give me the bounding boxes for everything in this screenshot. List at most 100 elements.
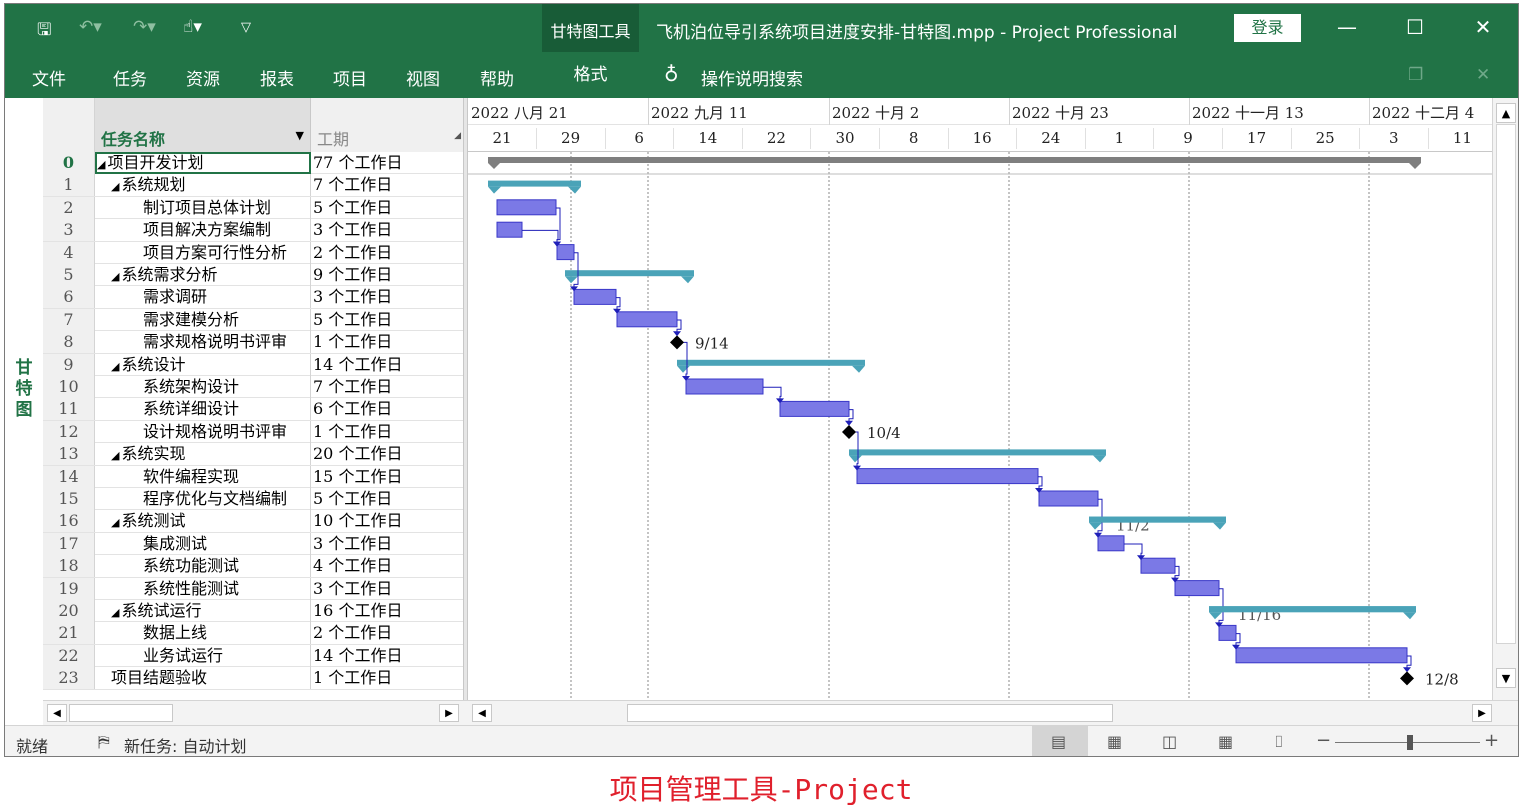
task-name-cell[interactable]: ◢ 系统需求分析 <box>95 264 311 286</box>
row-id[interactable]: 23 <box>43 667 95 690</box>
collapse-icon[interactable]: ◢ <box>97 158 105 171</box>
task-name-cell[interactable]: ◢ 项目开发计划 <box>95 152 311 174</box>
task-row[interactable]: 18 系统功能测试 4 个工作日 <box>43 555 463 578</box>
row-id[interactable]: 7 <box>43 308 95 331</box>
column-header-name[interactable]: 任务名称 ▼ <box>95 98 311 152</box>
task-name-cell[interactable]: 系统功能测试 <box>95 555 311 578</box>
summary-bar-start[interactable] <box>488 186 501 194</box>
chart-scroll-thumb[interactable] <box>627 704 1113 722</box>
duration-cell[interactable]: 3 个工作日 <box>311 533 463 555</box>
task-bar[interactable] <box>685 378 764 395</box>
save-icon[interactable]: 🖫 <box>37 17 51 46</box>
duration-cell[interactable]: 5 个工作日 <box>311 197 463 219</box>
task-row[interactable]: 22 业务试运行 14 个工作日 <box>43 644 463 668</box>
collapse-icon[interactable]: ◢ <box>111 516 119 529</box>
duration-cell[interactable]: 15 个工作日 <box>311 466 463 488</box>
task-row[interactable]: 19 系统性能测试 3 个工作日 <box>43 577 463 600</box>
close-document-icon[interactable]: ✕ <box>1476 65 1490 85</box>
milestone-label[interactable]: 10/4 <box>867 424 901 442</box>
scroll-up-icon[interactable]: ▲ <box>1496 103 1516 123</box>
task-row[interactable]: 4 项目方案可行性分析 2 个工作日 <box>43 241 463 264</box>
task-name-cell[interactable]: ◢ 系统测试 <box>95 510 311 533</box>
duration-cell[interactable]: 1 个工作日 <box>311 421 463 443</box>
duration-cell[interactable]: 16 个工作日 <box>311 600 463 622</box>
task-bar[interactable] <box>1097 535 1125 552</box>
duration-cell[interactable]: 1 个工作日 <box>311 331 463 353</box>
undo-icon[interactable]: ↶▾ <box>79 17 102 37</box>
task-bar[interactable] <box>779 400 850 417</box>
summary-bar[interactable] <box>849 449 1106 456</box>
tab-file[interactable]: 文件 <box>32 65 66 90</box>
collapse-icon[interactable]: ◢ <box>111 606 119 619</box>
report-icon[interactable]: ⌷ <box>1274 732 1284 752</box>
row-id[interactable]: 5 <box>43 264 95 286</box>
tab-resource[interactable]: 资源 <box>186 65 220 90</box>
project-summary-bar[interactable] <box>488 157 1421 163</box>
duration-cell[interactable]: 1 个工作日 <box>311 667 463 689</box>
task-name-cell[interactable]: 系统详细设计 <box>95 398 311 421</box>
task-row[interactable]: 9 ◢ 系统设计 14 个工作日 <box>43 353 463 376</box>
task-name-cell[interactable]: ◢ 系统试运行 <box>95 600 311 622</box>
tab-format[interactable]: 格式 <box>542 52 639 98</box>
task-name-cell[interactable]: 系统架构设计 <box>95 376 311 398</box>
gantt-view-icon[interactable]: ▤ <box>1051 732 1066 751</box>
column-header-duration[interactable]: 工期 ◢ <box>311 98 463 152</box>
row-id[interactable]: 0 <box>43 152 95 174</box>
task-row[interactable]: 2 制订项目总体计划 5 个工作日 <box>43 196 463 220</box>
zoom-slider-thumb[interactable] <box>1407 735 1413 750</box>
task-row[interactable]: 23 项目结题验收 1 个工作日 <box>43 667 463 690</box>
task-name-cell[interactable]: 需求规格说明书评审 <box>95 331 311 354</box>
tell-me-search[interactable]: 操作说明搜索 <box>701 65 803 90</box>
team-planner-icon[interactable]: ◫ <box>1162 732 1177 751</box>
row-id[interactable]: 4 <box>43 241 95 264</box>
maximize-icon[interactable]: ☐ <box>1395 12 1435 42</box>
row-id[interactable]: 22 <box>43 644 95 667</box>
summary-bar[interactable] <box>488 180 581 187</box>
task-bar[interactable] <box>1038 490 1099 507</box>
tab-view[interactable]: 视图 <box>406 65 440 90</box>
collapse-icon[interactable]: ◢ <box>111 449 119 462</box>
duration-cell[interactable]: 14 个工作日 <box>311 645 463 667</box>
row-id[interactable]: 13 <box>43 443 95 466</box>
task-name-cell[interactable]: 项目结题验收 <box>95 667 311 690</box>
duration-cell[interactable]: 10 个工作日 <box>311 510 463 532</box>
task-bar[interactable] <box>1218 624 1237 641</box>
row-id[interactable]: 11 <box>43 398 95 421</box>
new-task-mode[interactable]: 新任务: 自动计划 <box>124 733 246 756</box>
summary-bar-start[interactable] <box>677 365 690 373</box>
tab-task[interactable]: 任务 <box>113 65 147 90</box>
task-bar[interactable] <box>1235 647 1408 664</box>
task-bar[interactable] <box>1140 557 1176 574</box>
duration-cell[interactable]: 4 个工作日 <box>311 555 463 577</box>
summary-bar-start[interactable] <box>565 276 578 284</box>
summary-bar-overlay[interactable] <box>1089 516 1226 523</box>
vertical-scroll-thumb[interactable] <box>1496 124 1516 644</box>
summary-bar-end[interactable] <box>1093 455 1106 463</box>
task-row[interactable]: 12 设计规格说明书评审 1 个工作日 <box>43 420 463 444</box>
row-id[interactable]: 9 <box>43 353 95 376</box>
select-all-corner[interactable] <box>43 98 95 152</box>
scroll-down-icon[interactable]: ▼ <box>1496 668 1516 688</box>
row-id[interactable]: 21 <box>43 622 95 645</box>
task-bar[interactable] <box>1174 580 1220 597</box>
task-row[interactable]: 3 项目解决方案编制 3 个工作日 <box>43 219 463 242</box>
task-bar[interactable] <box>556 244 575 261</box>
row-id[interactable]: 12 <box>43 420 95 443</box>
milestone-label[interactable]: 12/8 <box>1425 670 1459 688</box>
duration-cell[interactable]: 3 个工作日 <box>311 219 463 241</box>
task-name-cell[interactable]: 系统性能测试 <box>95 577 311 600</box>
task-row[interactable]: 7 需求建模分析 5 个工作日 <box>43 308 463 332</box>
task-name-cell[interactable]: ◢ 系统规划 <box>95 174 311 197</box>
task-row[interactable]: 13 ◢ 系统实现 20 个工作日 <box>43 443 463 466</box>
row-id[interactable]: 16 <box>43 510 95 533</box>
zoom-out-icon[interactable]: − <box>1316 730 1331 751</box>
row-id[interactable]: 1 <box>43 174 95 197</box>
task-name-cell[interactable]: ◢ 系统实现 <box>95 443 311 466</box>
touch-mode-icon[interactable]: ☝▾ <box>183 17 202 37</box>
summary-bar-end[interactable] <box>1213 522 1226 530</box>
chart-scroll-right-icon[interactable]: ▶ <box>1472 704 1492 722</box>
task-row[interactable]: 16 ◢ 系统测试 10 个工作日 <box>43 510 463 533</box>
duration-cell[interactable]: 5 个工作日 <box>311 488 463 510</box>
row-id[interactable]: 20 <box>43 600 95 622</box>
task-row[interactable]: 21 数据上线 2 个工作日 <box>43 622 463 645</box>
